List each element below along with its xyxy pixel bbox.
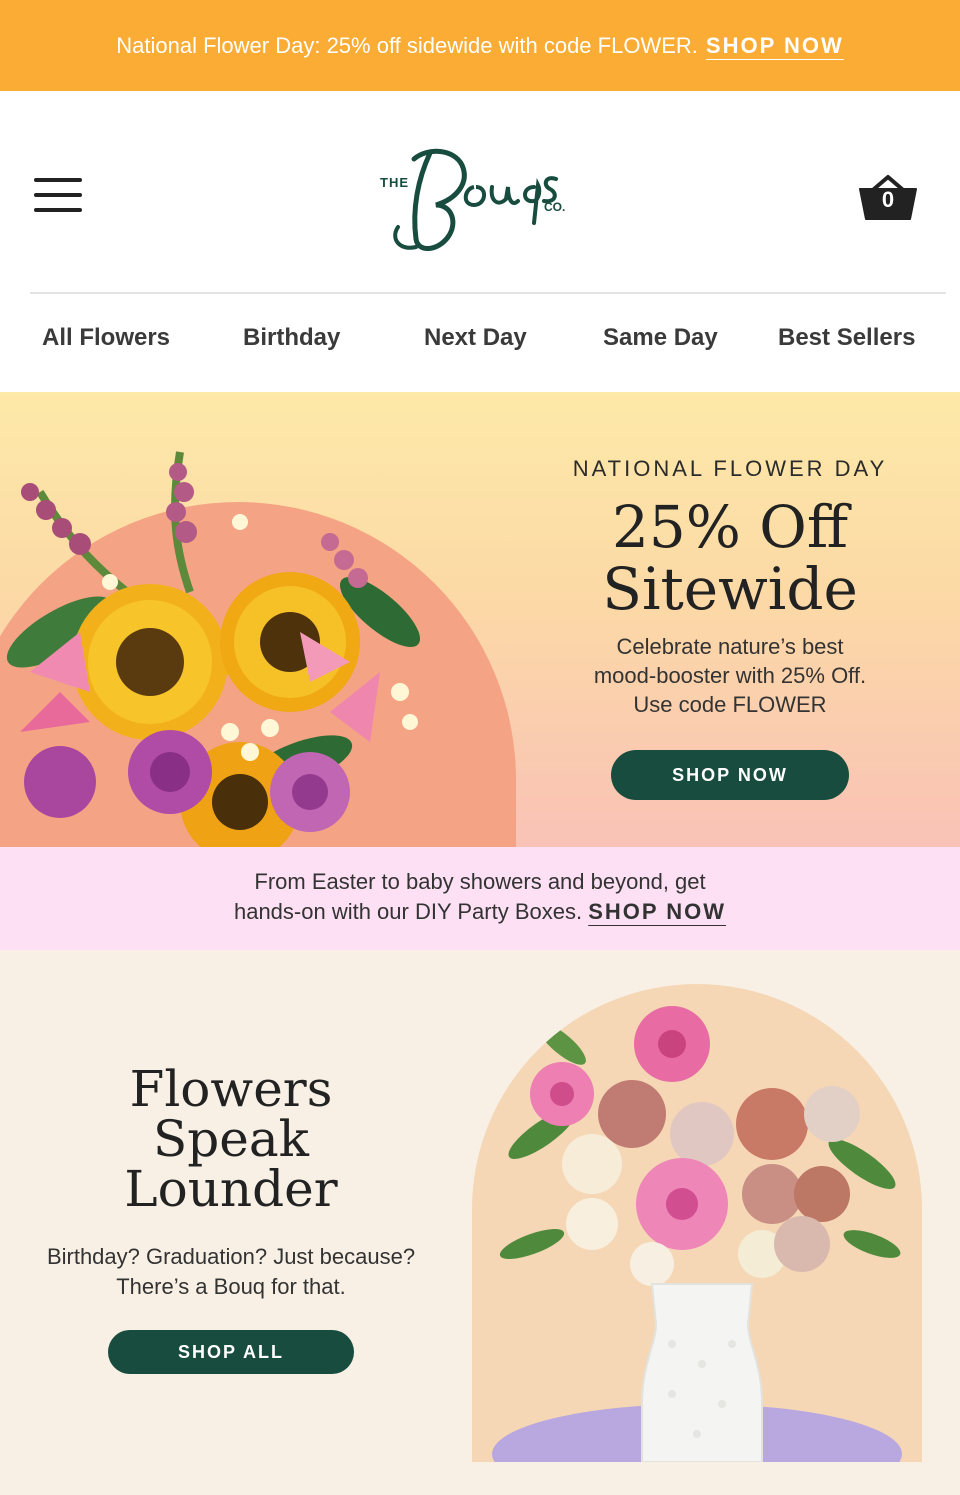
hero-text-line1: Celebrate nature’s best [616, 634, 844, 659]
flowers-speak-section: Flowers Speak Lounder Birthday? Graduati… [0, 950, 960, 1495]
cart-count: 0 [881, 187, 895, 212]
hero-description: Celebrate nature’s best mood-booster wit… [540, 632, 920, 719]
nav-item-next-day[interactable]: Next Day [424, 324, 527, 352]
section-title-line2: Speak [153, 1110, 309, 1168]
hero-title: 25% Off Sitewide [500, 496, 960, 620]
promo-line2-wrap: hands-on with our DIY Party Boxes. SHOP … [0, 897, 960, 927]
section-text-line1: Birthday? Graduation? Just because? [46, 1244, 416, 1269]
nav-item-best-sellers[interactable]: Best Sellers [778, 324, 915, 352]
nav-item-all-flowers[interactable]: All Flowers [42, 324, 170, 352]
site-header: THE CO. 0 [0, 91, 960, 293]
svg-text:CO.: CO. [544, 200, 565, 214]
section-title-line3: Lounder [124, 1160, 338, 1218]
vase-bouquet-image[interactable] [472, 984, 922, 1462]
cart-icon[interactable]: 0 [858, 173, 918, 223]
announcement-shop-now-link[interactable]: SHOP NOW [706, 33, 844, 59]
section-description: Birthday? Graduation? Just because? Ther… [20, 1242, 442, 1302]
section-text-line2: There’s a Bouq for that. [116, 1274, 346, 1299]
hero-banner: NATIONAL FLOWER DAY 25% Off Sitewide Cel… [0, 392, 960, 847]
hero-text-line3: Use code FLOWER [633, 692, 827, 717]
hero-title-line1: 25% Off [611, 493, 849, 561]
announcement-text: National Flower Day: 25% off sidewide wi… [116, 32, 698, 58]
promo-line2: hands-on with our DIY Party Boxes. [233, 899, 583, 924]
hero-title-line2: Sitewide [602, 555, 858, 623]
nav-item-same-day[interactable]: Same Day [603, 324, 718, 352]
announcement-bar: National Flower Day: 25% off sidewide wi… [0, 0, 960, 91]
menu-icon[interactable] [34, 178, 82, 214]
nav-item-birthday[interactable]: Birthday [243, 324, 340, 352]
shop-all-button[interactable]: SHOP ALL [108, 1330, 354, 1374]
sunflower-bouquet-image[interactable] [0, 432, 520, 847]
promo-shop-now-link[interactable]: SHOP NOW [588, 899, 726, 924]
hero-text-line2: mood-booster with 25% Off. [593, 663, 867, 688]
promo-line1: From Easter to baby showers and beyond, … [254, 869, 706, 894]
hero-eyebrow: NATIONAL FLOWER DAY [572, 456, 888, 481]
svg-text:THE: THE [380, 175, 409, 190]
section-title: Flowers Speak Lounder [30, 1064, 432, 1214]
party-box-promo: From Easter to baby showers and beyond, … [0, 847, 960, 950]
category-nav: All Flowers Birthday Next Day Same Day B… [0, 294, 960, 392]
section-title-line1: Flowers [129, 1060, 333, 1118]
hero-shop-now-button[interactable]: SHOP NOW [611, 750, 849, 800]
bouqs-logo[interactable]: THE CO. [378, 139, 582, 257]
